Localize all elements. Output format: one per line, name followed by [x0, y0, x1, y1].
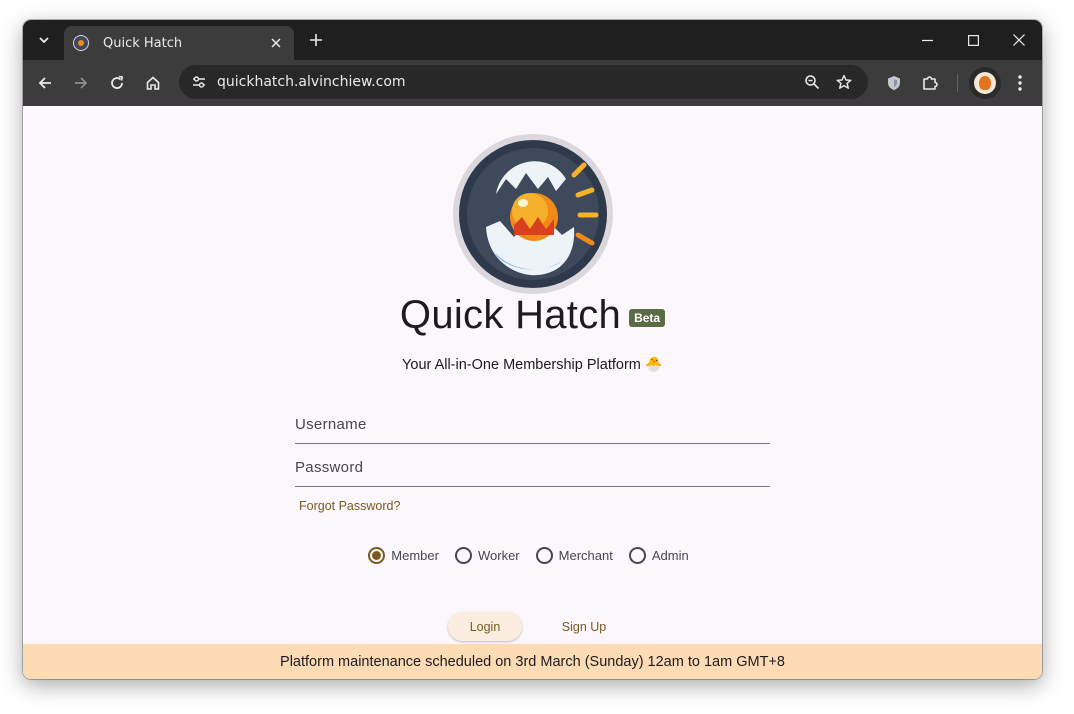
role-option-admin[interactable]: Admin: [628, 547, 689, 564]
maximize-icon: [967, 34, 979, 46]
username-field: [295, 406, 770, 444]
minimize-button[interactable]: [912, 25, 942, 55]
beta-badge: Beta: [629, 308, 666, 327]
minimize-icon: [921, 39, 933, 41]
new-tab-button[interactable]: [304, 28, 328, 52]
close-icon[interactable]: [266, 33, 286, 53]
role-label: Worker: [477, 548, 520, 563]
role-radio-group: Member Worker Merchant Admin: [23, 547, 1042, 564]
back-button[interactable]: [31, 69, 59, 97]
login-page: Quick Hatch Beta Your All-in-One Members…: [23, 106, 1042, 679]
password-field: [295, 449, 770, 487]
extension-shield-button[interactable]: [880, 69, 908, 97]
window-close-button[interactable]: [1004, 25, 1034, 55]
reload-icon: [111, 75, 124, 89]
home-button[interactable]: [139, 69, 167, 97]
browser-window: Quick Hatch quickhatch.alvinchiew.com Qu…: [23, 20, 1042, 679]
role-option-worker[interactable]: Worker: [454, 547, 520, 564]
star-icon[interactable]: [830, 68, 858, 96]
browser-toolbar: quickhatch.alvinchiew.com: [23, 60, 1042, 106]
address-bar[interactable]: quickhatch.alvinchiew.com: [179, 65, 868, 99]
site-settings-icon[interactable]: [189, 72, 209, 92]
role-label: Merchant: [558, 548, 613, 563]
tab-title: Quick Hatch: [103, 35, 183, 51]
maintenance-banner: Platform maintenance scheduled on 3rd Ma…: [23, 644, 1042, 679]
tab-strip: Quick Hatch: [23, 20, 1042, 60]
puzzle-icon: [923, 76, 938, 90]
avatar: [974, 72, 996, 94]
menu-button[interactable]: [1006, 69, 1034, 97]
radio-unchecked-icon[interactable]: [535, 547, 553, 564]
reload-button[interactable]: [103, 69, 131, 97]
app-title: Quick Hatch: [399, 293, 622, 337]
favicon-icon: [73, 35, 89, 51]
arrow-right-icon: [75, 77, 88, 89]
role-option-member[interactable]: Member: [368, 547, 439, 564]
shield-icon: [888, 76, 900, 90]
signup-button[interactable]: Sign Up: [548, 612, 620, 641]
radio-unchecked-icon[interactable]: [454, 547, 472, 564]
egg-logo-icon: [459, 140, 607, 288]
zoom-icon[interactable]: [798, 68, 826, 96]
role-label: Member: [391, 548, 439, 563]
app-logo: [453, 134, 613, 294]
forgot-password-link[interactable]: Forgot Password?: [299, 499, 400, 513]
maximize-button[interactable]: [958, 25, 988, 55]
browser-tab[interactable]: Quick Hatch: [64, 26, 294, 60]
arrow-left-icon: [38, 77, 51, 89]
chevron-down-icon: [39, 37, 49, 44]
role-option-merchant[interactable]: Merchant: [535, 547, 613, 564]
home-icon: [146, 76, 160, 90]
extensions-button[interactable]: [916, 69, 944, 97]
tab-search-button[interactable]: [31, 27, 57, 53]
password-input[interactable]: [295, 449, 770, 486]
plus-icon: [310, 34, 322, 46]
maintenance-text: Platform maintenance scheduled on 3rd Ma…: [280, 653, 785, 670]
app-tagline: Your All-in-One Membership Platform 🐣: [402, 357, 663, 373]
profile-button[interactable]: [969, 67, 1001, 99]
url-text[interactable]: quickhatch.alvinchiew.com: [217, 74, 798, 90]
login-button[interactable]: Login: [448, 612, 522, 641]
toolbar-divider: [957, 74, 958, 92]
title-row: Quick Hatch Beta: [23, 293, 1042, 338]
username-input[interactable]: [295, 406, 770, 443]
role-label: Admin: [651, 548, 689, 563]
radio-unchecked-icon[interactable]: [628, 547, 646, 564]
forward-button[interactable]: [67, 69, 95, 97]
more-vert-icon: [1018, 75, 1022, 91]
close-icon: [1013, 34, 1025, 46]
radio-checked-icon[interactable]: [368, 547, 386, 564]
